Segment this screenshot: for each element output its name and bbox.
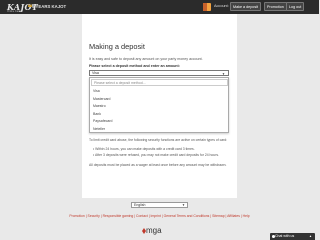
select-label: Please select a deposit method and enter…: [89, 64, 180, 68]
make-deposit-button[interactable]: Make a deposit: [230, 2, 262, 11]
dropdown-option-bank[interactable]: Bank: [93, 112, 101, 116]
language-value: English: [134, 203, 146, 207]
chat-widget[interactable]: Chat with us ▲: [270, 233, 315, 240]
bullet-item: • After 3 deposits were refused, you may…: [93, 153, 219, 157]
kajot-logo[interactable]: Online Casino KAJOT: [4, 1, 38, 13]
flag-icon[interactable]: [203, 3, 211, 11]
chevron-up-icon: ▲: [309, 234, 312, 238]
intro-text: It is easy and safe to deposit any amoun…: [89, 57, 203, 61]
dropdown-option-paysafecard[interactable]: Paysafecard: [93, 119, 112, 123]
logout-button[interactable]: Log out: [286, 2, 305, 11]
years-badge: 9 YEARS KAJOT: [32, 4, 67, 9]
footer-links[interactable]: Promotion | Security | Responsible gamin…: [0, 214, 319, 218]
deposit-method-select[interactable]: Visa ▼: [89, 70, 229, 76]
bullet-text: Within 24 hours, you can make deposits w…: [95, 147, 195, 151]
dropdown-option-neteller[interactable]: Neteller: [93, 127, 105, 131]
bullet-item: • Within 24 hours, you can make deposits…: [93, 147, 195, 151]
dropdown-option-maestro[interactable]: Maestro: [93, 104, 106, 108]
dropdown-option-visa[interactable]: Visa: [93, 89, 100, 93]
deposit-method-dropdown[interactable]: Please select a deposit method... Visa M…: [89, 77, 229, 133]
mga-logo[interactable]: mga: [146, 226, 162, 235]
top-bar: Online Casino KAJOT 9 YEARS KAJOT Accoun…: [0, 0, 319, 14]
promotion-button[interactable]: Promotion: [264, 2, 287, 11]
wager-note: All deposits must be placed as a wager a…: [89, 163, 227, 167]
language-select[interactable]: English ▼: [131, 202, 188, 208]
bullet-text: After 3 deposits were refused, you may n…: [94, 153, 219, 157]
dropdown-option-mastercard[interactable]: Mastercard: [93, 97, 111, 101]
dropdown-placeholder[interactable]: Please select a deposit method...: [91, 79, 228, 86]
chat-label: Chat with us: [275, 234, 295, 238]
page-title: Making a deposit: [89, 42, 145, 51]
selected-method: Visa: [92, 71, 99, 75]
content-panel: Making a deposit It is easy and safe to …: [82, 14, 237, 198]
chat-icon: [271, 235, 275, 238]
chevron-down-icon: ▼: [182, 203, 185, 207]
security-note: To limit credit card abuse, the followin…: [89, 138, 228, 142]
